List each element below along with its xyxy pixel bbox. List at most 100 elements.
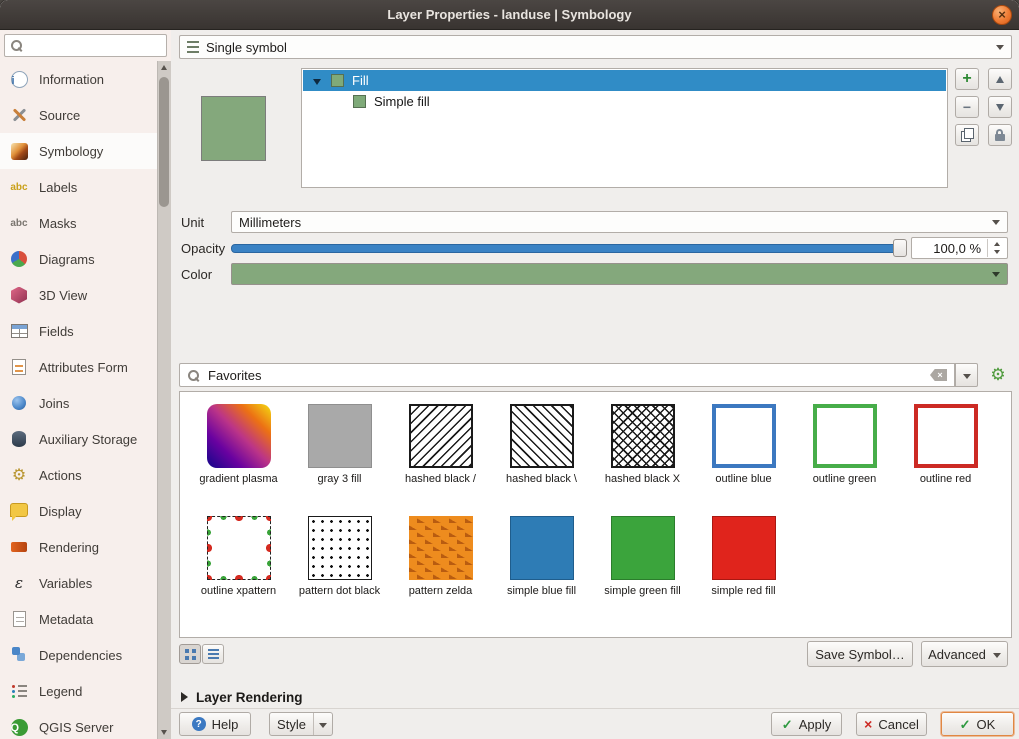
sidebar-item-symbology[interactable]: Symbology [0,133,157,169]
symbol-preview-outline-blue [712,404,776,468]
sidebar-scrollbar[interactable] [157,61,171,739]
join-sphere-icon [12,396,26,410]
symbol-item[interactable]: hashed black / [390,404,491,516]
sidebar-item-masks[interactable]: Masks [0,205,157,241]
save-symbol-button[interactable]: Save Symbol… [807,641,913,667]
scroll-up-icon[interactable] [161,65,167,70]
color-button[interactable] [231,263,1008,285]
symbol-label: outline xpattern [201,585,276,599]
sidebar-item-dependencies[interactable]: Dependencies [0,637,157,673]
sidebar-item-information[interactable]: Information [0,61,157,97]
tree-row-fill[interactable]: Fill [303,70,946,91]
cancel-button[interactable]: × Cancel [856,712,927,736]
search-dropdown-button[interactable] [955,363,978,387]
lock-button[interactable] [988,124,1012,146]
sidebar-item-label: Metadata [39,612,93,627]
sidebar-item-label: Display [39,504,82,519]
sidebar-item-legend[interactable]: Legend [0,673,157,709]
symbol-label: gray 3 fill [317,473,361,487]
sidebar-item-label: Legend [39,684,82,699]
symbol-item[interactable]: outline red [895,404,996,516]
sidebar-search-input[interactable] [28,38,161,54]
sidebar-item-qgis-server[interactable]: QGIS Server [0,709,157,739]
symbol-search-box[interactable] [179,363,955,387]
sidebar-item-attributes-form[interactable]: Attributes Form [0,349,157,385]
clear-search-icon[interactable] [930,369,947,381]
opacity-slider[interactable] [231,244,907,253]
tree-row-simple-fill[interactable]: Simple fill [303,91,430,111]
help-button[interactable]: Help [179,712,251,736]
sidebar-item-variables[interactable]: Variables [0,565,157,601]
sidebar-item-labels[interactable]: Labels [0,169,157,205]
wrench-icon [8,105,30,125]
symbol-item[interactable]: simple red fill [693,516,794,628]
symbology-panel: Single symbol Fill Simple fill Unit Mill… [171,30,1019,739]
style-manager-icon[interactable] [987,365,1009,385]
symbol-item[interactable]: hashed black \ [491,404,592,516]
link-icon [8,645,30,665]
style-arrow-zone[interactable] [313,713,332,735]
sidebar-item-rendering[interactable]: Rendering [0,529,157,565]
scrollbar-thumb[interactable] [159,77,169,207]
sidebar-item-label: Masks [39,216,77,231]
sidebar-search-box[interactable] [4,34,167,57]
sidebar-item-metadata[interactable]: Metadata [0,601,157,637]
chevron-down-icon[interactable] [313,79,321,85]
style-dropdown-button[interactable]: Style [269,712,333,736]
advanced-button[interactable]: Advanced [921,641,1008,667]
ok-button[interactable]: ✓ OK [941,712,1014,736]
layer-rendering-header[interactable]: Layer Rendering [181,688,303,706]
move-down-button[interactable] [988,96,1012,118]
move-up-button[interactable] [988,68,1012,90]
symbol-search-input[interactable] [206,367,924,384]
symbol-item[interactable]: simple green fill [592,516,693,628]
sidebar-item-actions[interactable]: Actions [0,457,157,493]
unit-combo[interactable]: Millimeters [231,211,1008,233]
sidebar-item-source[interactable]: Source [0,97,157,133]
symbol-item[interactable]: gray 3 fill [289,404,390,516]
sidebar-item-joins[interactable]: Joins [0,385,157,421]
paint-roller-icon [11,542,27,552]
apply-button[interactable]: ✓ Apply [771,712,842,736]
speech-bubble-icon [10,503,28,517]
sidebar-item-display[interactable]: Display [0,493,157,529]
symbol-item[interactable]: pattern dot black [289,516,390,628]
spin-up-icon[interactable] [994,242,1000,246]
icon-view-toggle[interactable] [179,644,201,664]
color-label: Color [181,263,212,285]
remove-symbol-layer-button[interactable] [955,96,979,118]
sidebar-item-label: Symbology [39,144,103,159]
symbol-type-combo[interactable]: Single symbol [179,35,1012,59]
titlebar: Layer Properties - landuse | Symbology [0,0,1019,30]
spinner-arrows[interactable] [987,239,1006,257]
opacity-slider-handle[interactable] [893,239,907,257]
sidebar-item-label: Information [39,72,104,87]
tree-root-label: Fill [352,73,369,88]
symbol-item[interactable]: outline green [794,404,895,516]
symbol-label: simple red fill [711,585,775,599]
symbol-item[interactable]: gradient plasma [188,404,289,516]
sidebar-item-auxiliary-storage[interactable]: Auxiliary Storage [0,421,157,457]
sidebar-item-fields[interactable]: Fields [0,313,157,349]
symbol-preview-hashed-black-x [611,404,675,468]
symbol-item[interactable]: outline blue [693,404,794,516]
symbol-item[interactable]: simple blue fill [491,516,592,628]
add-symbol-layer-button[interactable] [955,68,979,90]
opacity-spinbox[interactable]: 100,0 % [911,237,1008,259]
pie-chart-icon [11,251,27,267]
duplicate-button[interactable] [955,124,979,146]
spin-down-icon[interactable] [994,250,1000,254]
symbol-label: hashed black / [405,473,476,487]
symbol-item[interactable]: hashed black X [592,404,693,516]
list-view-toggle[interactable] [202,644,224,664]
expand-arrow-icon[interactable] [181,692,188,702]
close-icon[interactable] [992,5,1012,25]
sidebar-item-diagrams[interactable]: Diagrams [0,241,157,277]
sidebar-item-3d-view[interactable]: 3D View [0,277,157,313]
symbol-item[interactable]: pattern zelda [390,516,491,628]
sidebar-item-label: Fields [39,324,74,339]
symbol-item[interactable]: outline xpattern [188,516,289,628]
scroll-down-icon[interactable] [161,730,167,735]
paintbrush-icon [11,143,28,160]
symbol-preview-outline-red [914,404,978,468]
